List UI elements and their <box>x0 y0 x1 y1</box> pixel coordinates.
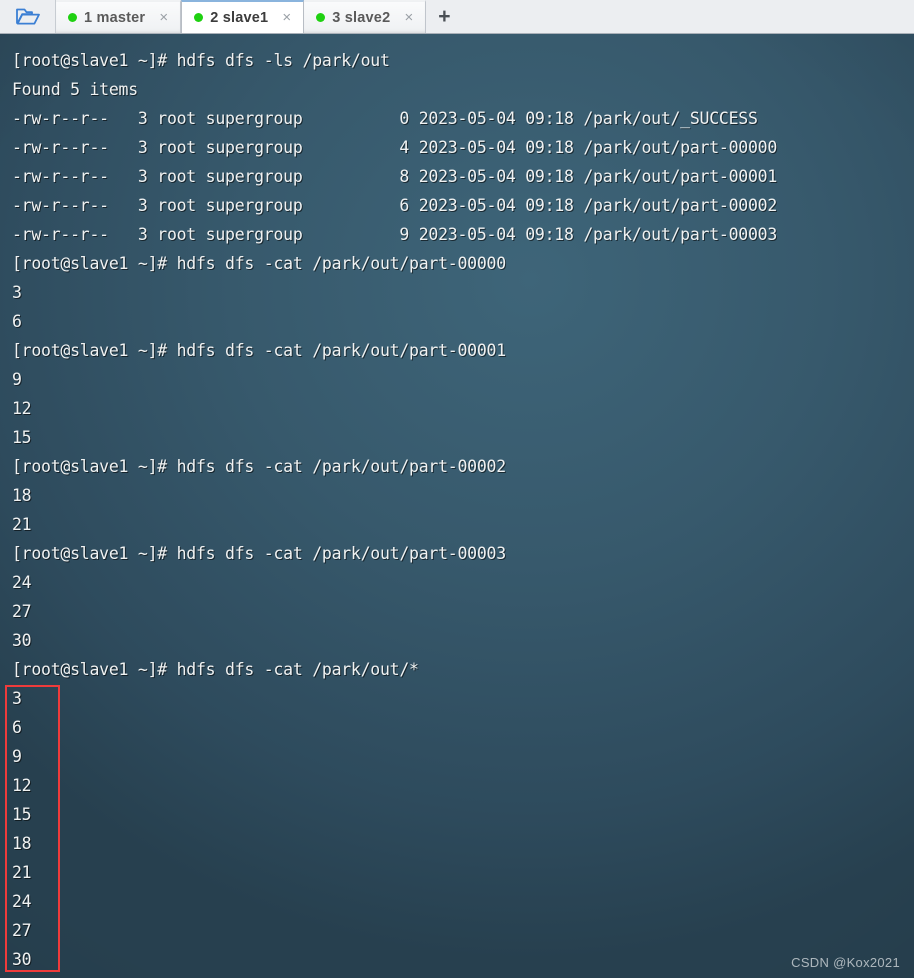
terminal-line: 15 <box>12 805 32 824</box>
terminal-line: 24 <box>12 573 32 592</box>
terminal-line: 3 <box>12 283 22 302</box>
terminal-line: 21 <box>12 515 32 534</box>
tab-bar-empty-area <box>463 0 914 33</box>
terminal-line: 27 <box>12 602 32 621</box>
tab-label: 3 slave2 <box>332 9 391 26</box>
terminal-line: [root@slave1 ~]# hdfs dfs -ls /park/out <box>12 51 390 70</box>
new-tab-button[interactable]: + <box>426 0 463 33</box>
tab-label: 1 master <box>84 9 146 26</box>
open-folder-icon <box>15 6 41 28</box>
tab-status-dot-icon <box>316 13 326 22</box>
terminal-line: 18 <box>12 834 32 853</box>
terminal-line: -rw-r--r-- 3 root supergroup 8 2023-05-0… <box>12 167 778 186</box>
terminal-line: -rw-r--r-- 3 root supergroup 4 2023-05-0… <box>12 138 778 157</box>
terminal-line: [root@slave1 ~]# hdfs dfs -cat /park/out… <box>12 544 506 563</box>
terminal-line: 30 <box>12 950 32 969</box>
terminal-line: [root@slave1 ~]# hdfs dfs -cat /park/out… <box>12 341 506 360</box>
terminal-line: 12 <box>12 776 32 795</box>
terminal-line: 9 <box>12 370 22 389</box>
terminal-line: 12 <box>12 399 32 418</box>
terminal-line: -rw-r--r-- 3 root supergroup 9 2023-05-0… <box>12 225 778 244</box>
terminal-line: [root@slave1 ~]# hdfs dfs -cat /park/out… <box>12 660 419 679</box>
terminal-line: 24 <box>12 892 32 911</box>
tab-bar: 1 master × 2 slave1 × 3 slave2 × + <box>0 0 914 34</box>
terminal-line: 9 <box>12 747 22 766</box>
terminal-pane[interactable]: [root@slave1 ~]# hdfs dfs -ls /park/out F… <box>0 34 914 978</box>
tab-status-dot-icon <box>194 13 204 22</box>
terminal-line: [root@slave1 ~]# hdfs dfs -cat /park/out… <box>12 457 506 476</box>
tab-close-icon[interactable]: × <box>402 10 415 25</box>
terminal-window: 1 master × 2 slave1 × 3 slave2 × + [root… <box>0 0 914 978</box>
terminal-line: Found 5 items <box>12 80 138 99</box>
terminal-line: -rw-r--r-- 3 root supergroup 0 2023-05-0… <box>12 109 758 128</box>
tab-3-slave2[interactable]: 3 slave2 × <box>304 0 427 33</box>
terminal-line: 6 <box>12 718 22 737</box>
terminal-line: 21 <box>12 863 32 882</box>
terminal-line: -rw-r--r-- 3 root supergroup 6 2023-05-0… <box>12 196 778 215</box>
terminal-line: 18 <box>12 486 32 505</box>
terminal-line: 30 <box>12 631 32 650</box>
terminal-line: 15 <box>12 428 32 447</box>
tab-status-dot-icon <box>68 13 77 22</box>
terminal-line: 6 <box>12 312 22 331</box>
tab-close-icon[interactable]: × <box>157 10 170 25</box>
terminal-line: 3 <box>12 689 22 708</box>
terminal-line: 27 <box>12 921 32 940</box>
tab-close-icon[interactable]: × <box>280 10 293 25</box>
tab-1-master[interactable]: 1 master × <box>56 0 182 33</box>
open-folder-button[interactable] <box>0 0 56 33</box>
terminal-output: [root@slave1 ~]# hdfs dfs -ls /park/out F… <box>0 34 914 974</box>
terminal-line: [root@slave1 ~]# hdfs dfs -cat /park/out… <box>12 254 506 273</box>
tab-2-slave1[interactable]: 2 slave1 × <box>181 0 305 33</box>
watermark-text: CSDN @Kox2021 <box>791 955 900 970</box>
tab-label: 2 slave1 <box>210 9 269 26</box>
